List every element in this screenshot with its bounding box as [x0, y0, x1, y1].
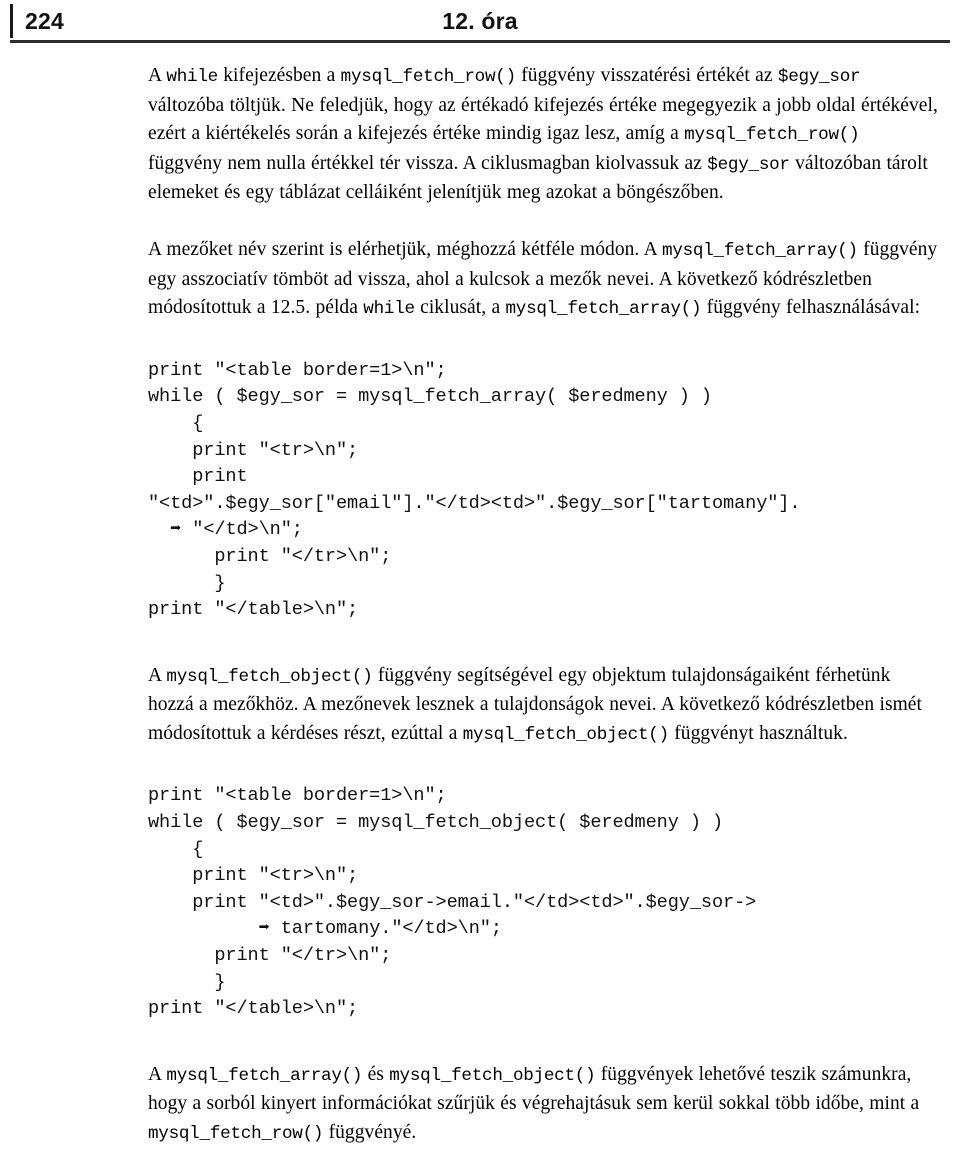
running-title: 12. óra	[442, 7, 518, 34]
inline-code: mysql_fetch_array()	[166, 1065, 363, 1086]
text-run: A	[148, 1063, 167, 1085]
header-rule-divider	[10, 40, 950, 43]
text-run: ciklusát, a	[414, 297, 506, 319]
paragraph-1: A while kifejezésben a mysql_fetch_row()…	[148, 62, 938, 208]
inline-code: $egy_sor	[777, 67, 861, 87]
text-run: és	[362, 1063, 390, 1085]
text-run: függvényt használtuk.	[668, 722, 848, 744]
code-spacer-bottom-2	[148, 1023, 938, 1061]
text-run: kifejezésben a	[217, 65, 341, 86]
text-run: A	[148, 664, 167, 686]
inline-code: mysql_fetch_array()	[662, 240, 858, 261]
paragraph-3: A mysql_fetch_object() függvény segítség…	[148, 662, 938, 750]
inline-code: mysql_fetch_row()	[340, 67, 517, 87]
inline-code: while	[166, 67, 218, 87]
code-spacer-bottom	[148, 624, 938, 662]
text-run: függvény felhasználásával:	[701, 297, 921, 319]
code-spacer-top	[148, 324, 938, 358]
inline-code: mysql_fetch_object()	[389, 1065, 596, 1086]
inline-code: mysql_fetch_row()	[684, 125, 860, 146]
text-run: A mezőket név szerint is elérhetjük, még…	[148, 238, 662, 260]
paragraph-4: A mysql_fetch_array() és mysql_fetch_obj…	[148, 1061, 938, 1149]
inline-code: mysql_fetch_row()	[148, 1124, 324, 1144]
code-spacer-top-2	[148, 749, 938, 783]
inline-code: mysql_fetch_object()	[166, 666, 373, 687]
inline-code: mysql_fetch_array()	[505, 299, 702, 320]
text-run: függvényé.	[323, 1122, 417, 1143]
text-run: A	[148, 65, 167, 86]
page-header: 224 12. óra	[0, 0, 960, 46]
paragraph-2: A mezőket név szerint is elérhetjük, még…	[148, 236, 938, 324]
code-block-fetch-object: print "<table border=1>\n"; while ( $egy…	[148, 785, 757, 1020]
page-content: A while kifejezésben a mysql_fetch_row()…	[148, 62, 938, 1149]
inline-code: mysql_fetch_object()	[462, 724, 669, 745]
text-run: függvény nem nulla értékkel tér vissza. …	[148, 152, 708, 174]
code-block-fetch-array: print "<table border=1>\n"; while ( $egy…	[148, 359, 801, 621]
text-run: függvény visszatérési értékét az	[515, 65, 778, 86]
inline-code: while	[363, 299, 415, 320]
inline-code: $egy_sor	[707, 154, 790, 175]
